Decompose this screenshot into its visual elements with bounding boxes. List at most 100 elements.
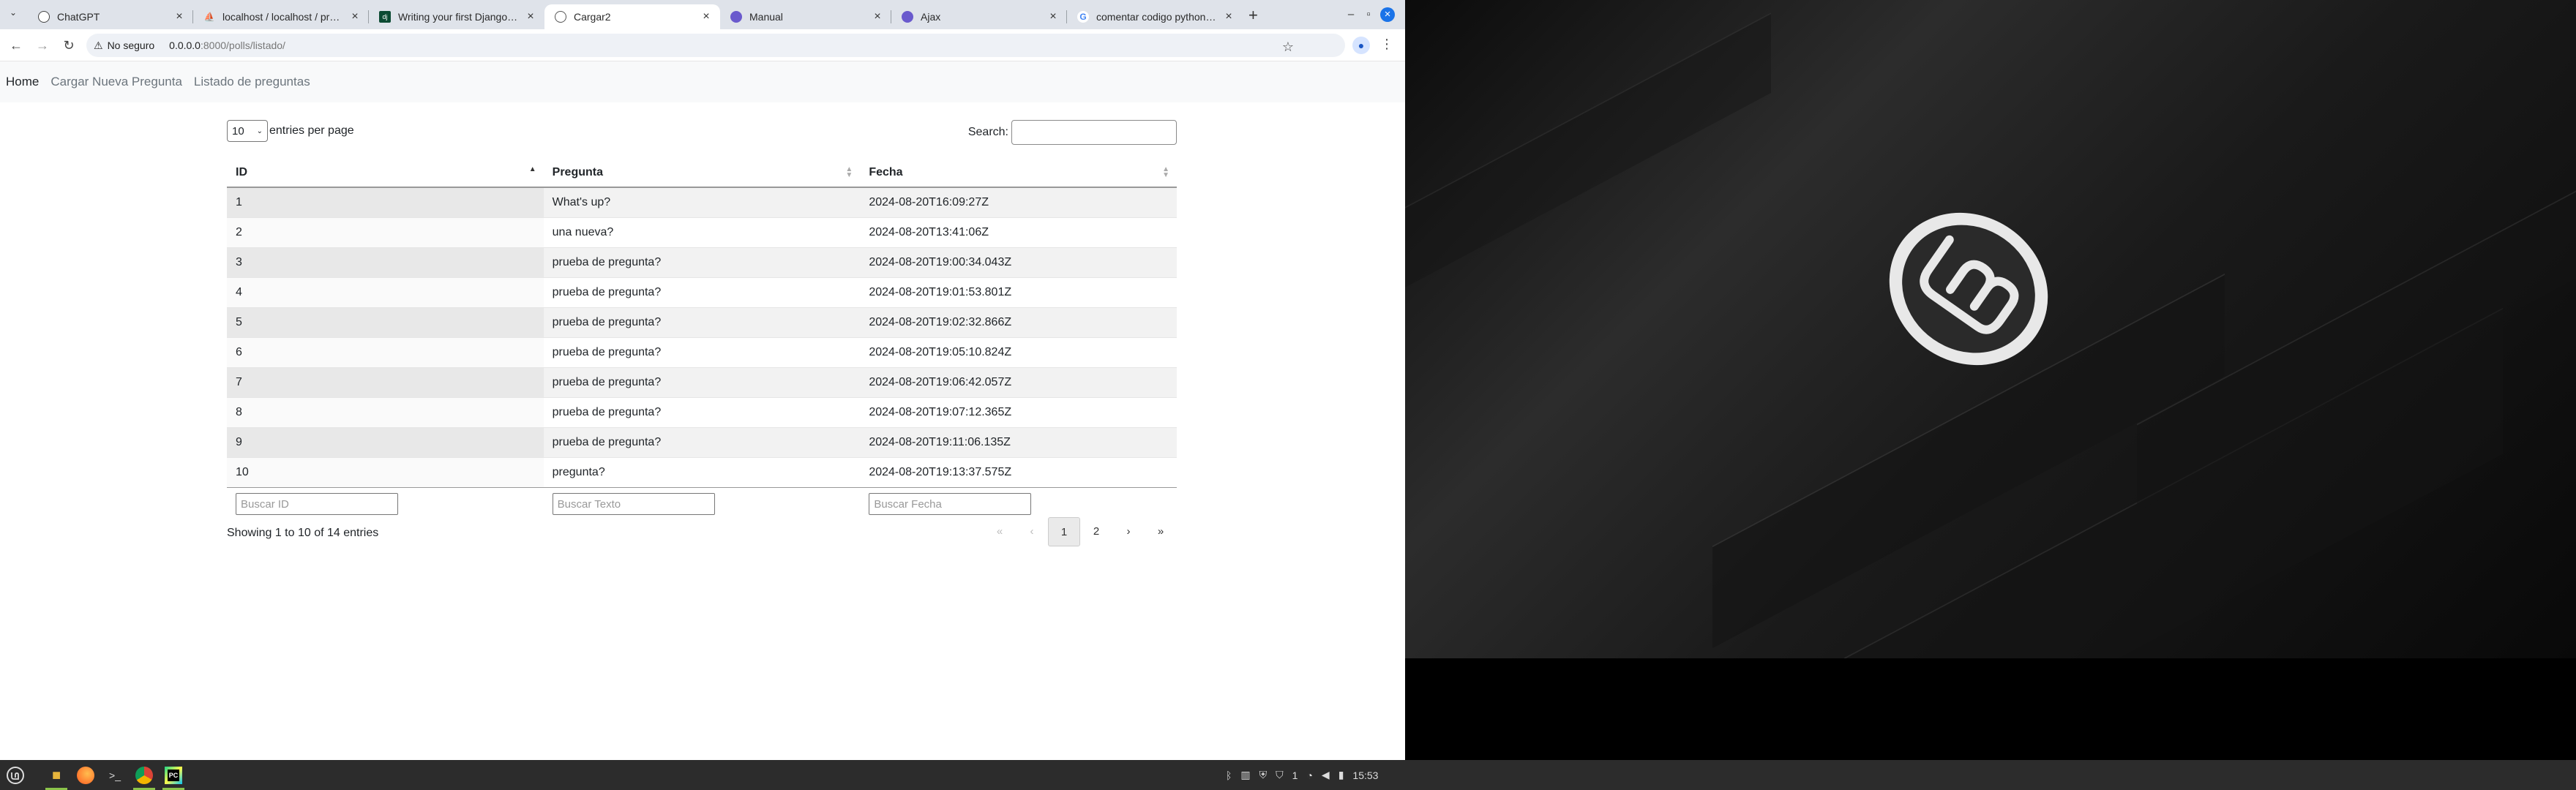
bluetooth-icon[interactable]: ᛒ [1226, 770, 1232, 781]
php-icon [730, 11, 742, 23]
tab-cargar2[interactable]: Cargar2 × [544, 4, 720, 29]
pycharm-icon[interactable]: PC [161, 763, 186, 788]
filter-row: Buscar ID Buscar Texto Buscar Fecha [227, 486, 1177, 521]
forward-icon[interactable]: → [34, 37, 51, 54]
cell-pregunta: una nueva? [543, 217, 861, 247]
close-icon[interactable]: × [1222, 10, 1235, 23]
close-icon[interactable]: × [348, 10, 362, 23]
bookmark-star-icon[interactable]: ☆ [1282, 40, 1294, 55]
search-label: Search: [967, 126, 1008, 138]
tab-title: localhost / localhost / prueb [222, 11, 344, 23]
column-header-pregunta[interactable]: Pregunta ▲ ▼ [543, 158, 861, 188]
security-label: No seguro [107, 40, 155, 51]
phpmyadmin-icon: ⛵ [203, 12, 215, 22]
update-manager-icon[interactable]: ⛉ [1276, 769, 1284, 781]
close-icon[interactable]: × [871, 10, 884, 23]
tab-title: Writing your first Django ap [398, 11, 520, 23]
back-icon[interactable]: ← [7, 37, 25, 54]
desktop-wallpaper [1405, 0, 2576, 658]
tab-phpmyadmin[interactable]: ⛵ localhost / localhost / prueb × [193, 4, 369, 29]
table-row: 3 prueba de pregunta? 2024-08-20T19:00:34.… [227, 247, 1177, 277]
tab-title: Manual [749, 11, 783, 23]
table-row: 5 prueba de pregunta? 2024-08-20T19:02:32.… [227, 306, 1177, 337]
page-content: Home Cargar Nueva Pregunta Listado de pr… [0, 61, 1405, 760]
tab-ajax[interactable]: Ajax × [891, 4, 1067, 29]
close-icon[interactable]: × [524, 10, 537, 23]
volume-icon[interactable]: ◀ [1322, 769, 1330, 781]
sort-icon: ▲ ▼ [1162, 165, 1169, 179]
page-1-button[interactable]: 1 [1048, 517, 1080, 546]
filter-fecha-input[interactable]: Buscar Fecha [869, 493, 1032, 516]
nav-cargar-pregunta-link[interactable]: Cargar Nueva Pregunta [50, 75, 182, 89]
tab-google-search[interactable]: G comentar codigo python - Bú × [1067, 4, 1243, 29]
cell-id: 9 [227, 426, 544, 457]
page-2-button[interactable]: 2 [1080, 517, 1112, 546]
security-chip[interactable]: ⚠ No seguro [94, 40, 154, 52]
table-row: 4 prueba de pregunta? 2024-08-20T19:01:53.… [227, 276, 1177, 307]
length-control: 10 ⌄ entries per page [227, 120, 354, 142]
clock[interactable]: 15:53 [1352, 770, 1378, 781]
cell-pregunta: prueba de pregunta? [543, 247, 861, 277]
taskbar: ■ >_ PC ᛒ ▥ ⛨ ⛉ 1 ◔ ◀ ▮ 15:53 [0, 760, 2576, 790]
window-close-icon[interactable]: × [1380, 7, 1395, 22]
workspace-badge[interactable]: 1 [1292, 770, 1298, 781]
reload-icon[interactable]: ↻ [60, 37, 78, 54]
cell-fecha: 2024-08-20T19:00:34.043Z [860, 247, 1177, 277]
first-page-button[interactable]: « [984, 517, 1016, 546]
search-input[interactable] [1011, 120, 1177, 145]
mint-menu-icon[interactable] [3, 763, 28, 788]
cell-pregunta: prueba de pregunta? [543, 366, 861, 397]
sort-icon: ▲ ▼ [845, 165, 853, 179]
chevron-down-icon: ⌄ [256, 127, 263, 135]
column-header-fecha[interactable]: Fecha ▲ ▼ [860, 158, 1177, 188]
chrome-icon[interactable] [132, 763, 157, 788]
filter-id-input[interactable]: Buscar ID [236, 493, 398, 516]
table-row: 7 prueba de pregunta? 2024-08-20T19:06:42.… [227, 366, 1177, 397]
firefox-icon[interactable] [73, 763, 98, 788]
filter-texto-input[interactable]: Buscar Texto [552, 493, 715, 516]
tab-title: ChatGPT [57, 11, 100, 23]
close-icon[interactable]: × [173, 10, 186, 23]
cell-pregunta: pregunta? [543, 456, 861, 487]
nav-home-link[interactable]: Home [6, 75, 39, 89]
close-icon[interactable]: × [1046, 10, 1060, 23]
address-bar[interactable]: ⚠ No seguro 0.0.0.0:8000/polls/listado/ … [86, 34, 1345, 57]
page-length-select[interactable]: 10 ⌄ [227, 120, 268, 142]
profile-icon[interactable]: ● [1352, 37, 1370, 54]
table-row: 10 pregunta? 2024-08-20T19:13:37.575Z [227, 456, 1177, 487]
terminal-icon[interactable]: >_ [102, 763, 127, 788]
chatgpt-icon [38, 11, 50, 23]
last-page-button[interactable]: » [1145, 517, 1177, 546]
cell-id: 1 [227, 187, 544, 217]
cell-id: 8 [227, 396, 544, 427]
google-icon: G [1077, 11, 1089, 23]
display-icon[interactable]: ▥ [1240, 769, 1250, 781]
prev-page-button[interactable]: ‹ [1016, 517, 1048, 546]
linux-mint-logo [1889, 212, 2048, 366]
table-row: 1 What's up? 2024-08-20T16:09:27Z [227, 187, 1177, 217]
nav-listado-link[interactable]: Listado de preguntas [194, 75, 310, 89]
maximize-icon[interactable]: ▫ [1361, 7, 1376, 22]
cell-fecha: 2024-08-20T19:06:42.057Z [860, 366, 1177, 397]
browser-window: ⌄ ChatGPT × ⛵ localhost / localhost / pr… [0, 0, 1405, 760]
tab-manual[interactable]: Manual × [720, 4, 891, 29]
folder-icon[interactable]: ■ [44, 763, 69, 788]
column-header-id[interactable]: ID ▲ [227, 158, 544, 188]
shield-icon[interactable]: ⛨ [1259, 769, 1268, 781]
tab-search-icon[interactable]: ⌄ [6, 7, 20, 22]
wifi-icon[interactable]: ◔ [1306, 770, 1312, 781]
new-tab-icon[interactable]: + [1248, 6, 1258, 25]
battery-icon[interactable]: ▮ [1338, 769, 1344, 781]
sort-ascending-icon: ▲ [528, 165, 536, 173]
cell-pregunta: prueba de pregunta? [543, 396, 861, 427]
tab-chatgpt[interactable]: ChatGPT × [28, 4, 193, 29]
tab-django-docs[interactable]: dj Writing your first Django ap × [369, 4, 544, 29]
cell-fecha: 2024-08-20T19:02:32.866Z [860, 306, 1177, 337]
close-icon[interactable]: × [700, 10, 713, 23]
menu-dots-icon[interactable]: ⋮ [1380, 37, 1393, 52]
minimize-icon[interactable]: – [1344, 7, 1358, 22]
next-page-button[interactable]: › [1112, 517, 1145, 546]
table-row: 9 prueba de pregunta? 2024-08-20T19:11:06.… [227, 426, 1177, 457]
browser-toolbar: ← → ↻ ⚠ No seguro 0.0.0.0:8000/polls/lis… [0, 29, 1405, 61]
globe-icon [555, 11, 566, 23]
